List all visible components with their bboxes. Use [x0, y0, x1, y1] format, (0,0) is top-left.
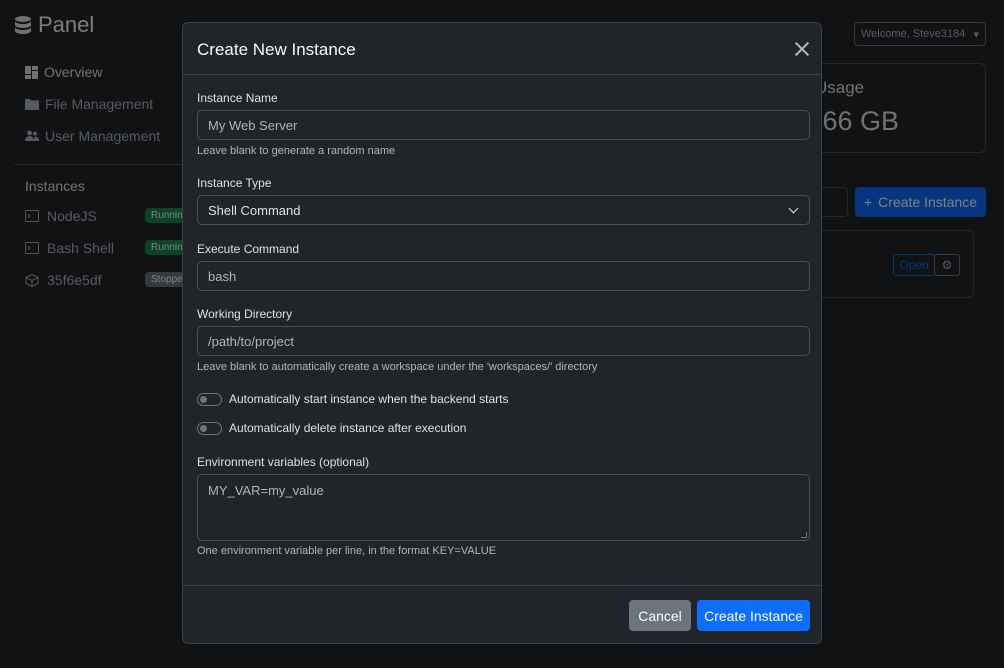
working-directory-input[interactable]: /path/to/project: [197, 326, 810, 356]
create-instance-submit-button[interactable]: Create Instance: [697, 600, 810, 631]
instance-type-value: Shell Command: [208, 202, 301, 218]
instance-type-select[interactable]: Shell Command: [197, 195, 810, 225]
execute-command-label: Execute Command: [197, 242, 300, 256]
autodelete-label: Automatically delete instance after exec…: [229, 421, 467, 435]
env-vars-textarea[interactable]: MY_VAR=my_value: [197, 474, 810, 541]
autodelete-toggle[interactable]: [197, 421, 222, 435]
instance-name-help: Leave blank to generate a random name: [197, 145, 396, 157]
env-vars-help: One environment variable per line, in th…: [197, 545, 497, 557]
instance-type-label: Instance Type: [197, 176, 272, 190]
close-icon[interactable]: [792, 39, 812, 59]
env-vars-label: Environment variables (optional): [197, 455, 370, 469]
instance-name-label: Instance Name: [197, 91, 278, 105]
autostart-label: Automatically start instance when the ba…: [229, 392, 509, 406]
cancel-button[interactable]: Cancel: [629, 600, 691, 631]
execute-command-input[interactable]: bash: [197, 261, 810, 291]
autostart-toggle[interactable]: [197, 392, 222, 406]
chevron-down-icon: [788, 203, 799, 214]
working-directory-label: Working Directory: [197, 307, 293, 321]
autodelete-toggle-row[interactable]: Automatically delete instance after exec…: [197, 421, 466, 435]
modal-footer: Cancel Create Instance: [183, 585, 821, 645]
resize-grip-icon[interactable]: [801, 532, 807, 538]
autostart-toggle-row[interactable]: Automatically start instance when the ba…: [197, 392, 508, 406]
create-instance-modal: Create New Instance Instance Name My Web…: [182, 22, 822, 644]
env-vars-placeholder: MY_VAR=my_value: [208, 483, 324, 498]
modal-header: Create New Instance: [183, 23, 821, 75]
modal-title: Create New Instance: [197, 40, 356, 59]
instance-name-input[interactable]: My Web Server: [197, 110, 810, 140]
working-directory-help: Leave blank to automatically create a wo…: [197, 361, 598, 373]
